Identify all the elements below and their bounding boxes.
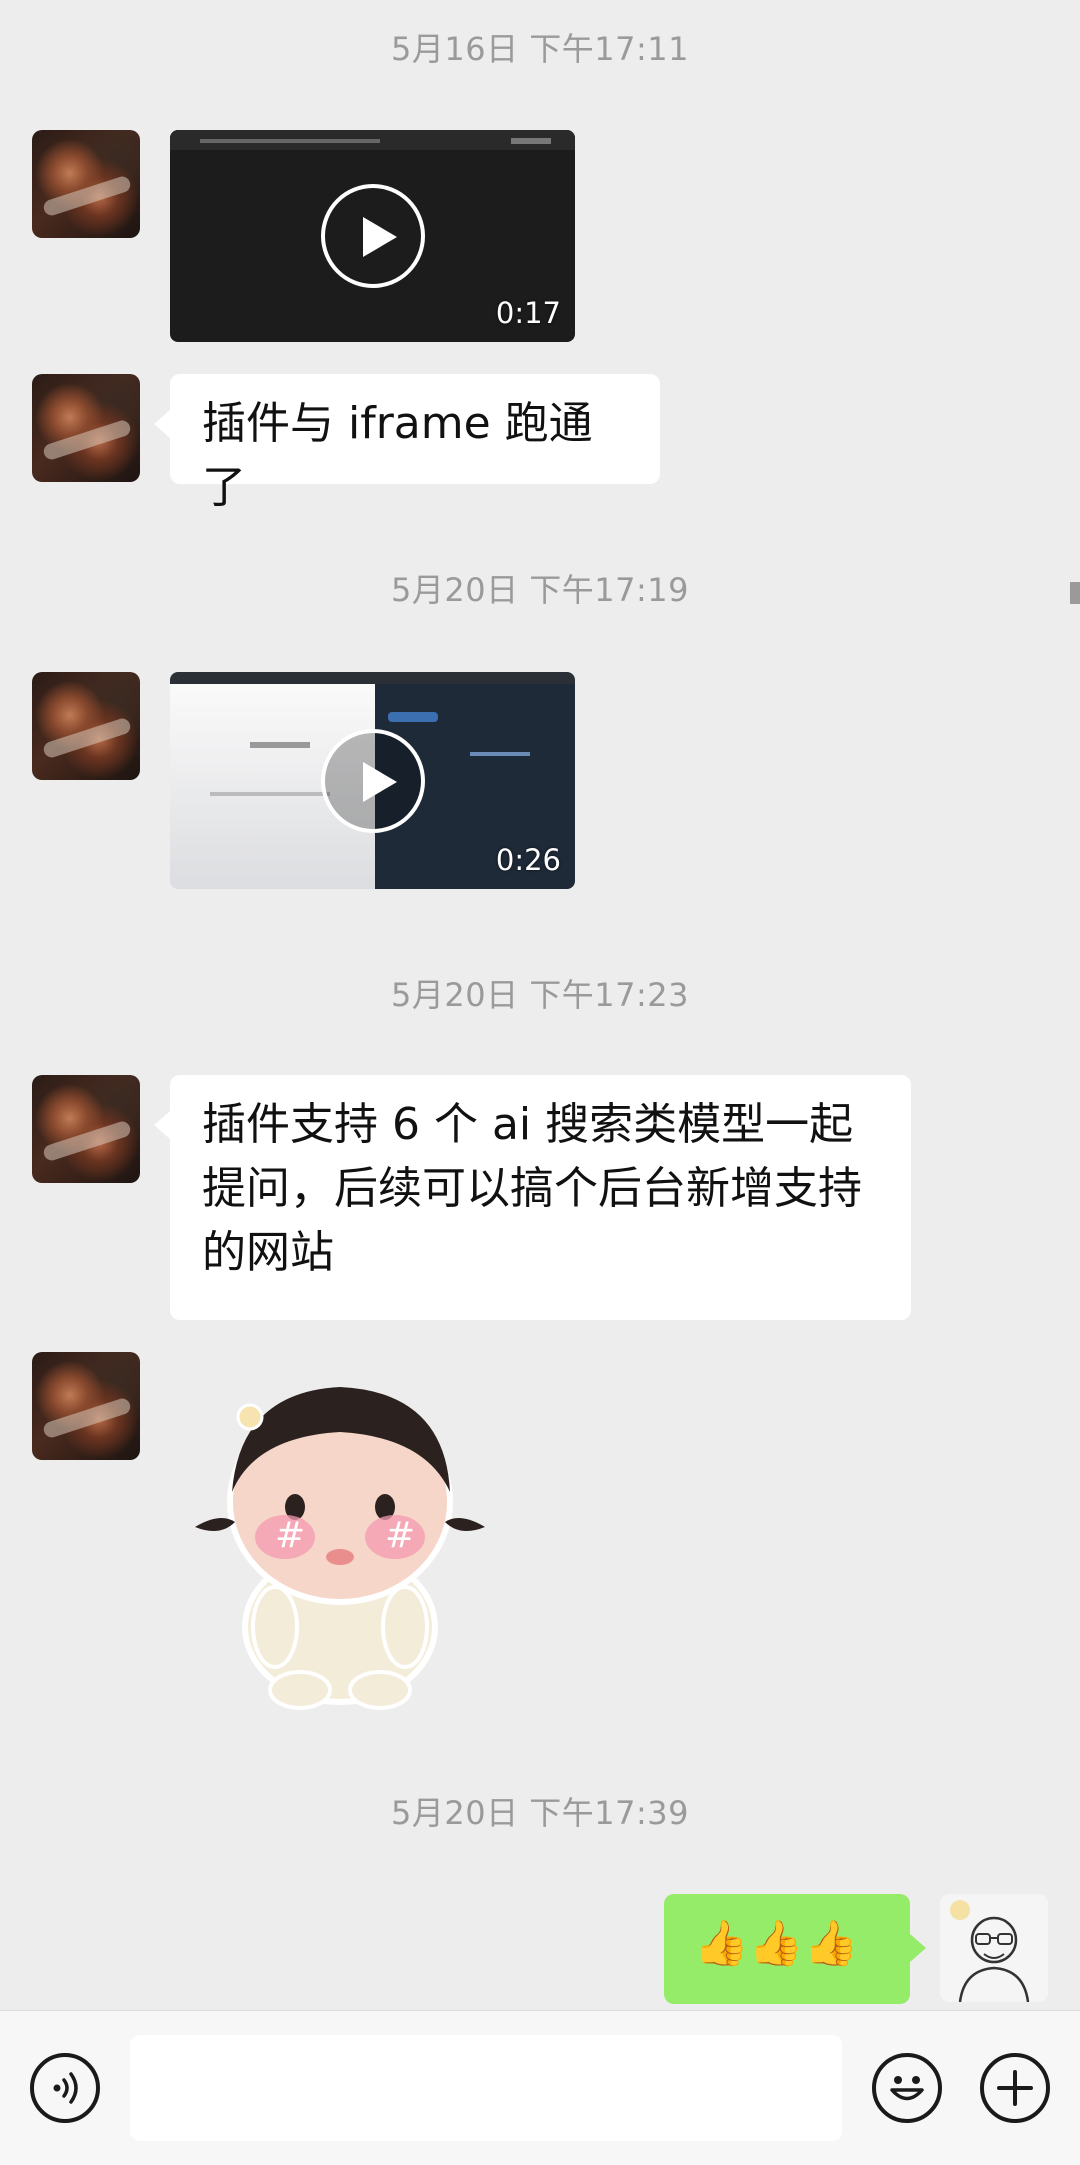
contact-avatar[interactable]: [32, 1352, 140, 1460]
message-input[interactable]: [130, 2035, 842, 2141]
self-avatar[interactable]: [940, 1894, 1048, 2002]
sticker-message[interactable]: # #: [180, 1352, 510, 1712]
message-text: 👍👍👍: [694, 1918, 859, 1969]
text-message[interactable]: 插件与 iframe 跑通了: [154, 374, 660, 513]
message-text: 插件支持 6 个 ai 搜索类模型一起提问，后续可以搞个后台新增支持的网站: [202, 1099, 862, 1278]
scroll-indicator[interactable]: [1070, 582, 1080, 604]
svg-text:#: #: [385, 1515, 415, 1556]
voice-icon: [53, 2072, 78, 2104]
video-message[interactable]: 0:17: [170, 130, 575, 342]
emoji-button[interactable]: [872, 2053, 942, 2123]
timestamp: 5月20日 下午17:39: [391, 1794, 689, 1832]
message-text: 插件与 iframe 跑通了: [202, 398, 593, 513]
play-icon[interactable]: [320, 728, 425, 833]
timestamp: 5月20日 下午17:23: [391, 976, 689, 1014]
contact-avatar[interactable]: [32, 130, 140, 238]
text-message-self[interactable]: 👍👍👍: [664, 1894, 926, 2004]
video-duration: 0:17: [495, 296, 561, 330]
portrait-icon: [950, 1900, 1030, 2002]
svg-text:#: #: [275, 1515, 305, 1556]
more-button[interactable]: [980, 2053, 1050, 2123]
timestamp: 5月20日 下午17:19: [391, 571, 689, 609]
input-bar: [0, 2010, 1080, 2165]
contact-avatar[interactable]: [32, 672, 140, 780]
video-duration: 0:26: [495, 843, 561, 877]
text-message[interactable]: 插件支持 6 个 ai 搜索类模型一起提问，后续可以搞个后台新增支持的网站: [154, 1075, 911, 1320]
video-message[interactable]: 0:26: [170, 672, 575, 889]
contact-avatar[interactable]: [32, 374, 140, 482]
play-icon[interactable]: [320, 184, 425, 288]
baby-sticker-image: # #: [195, 1387, 485, 1710]
emoji-icon: [890, 2076, 924, 2101]
timestamp: 5月16日 下午17:11: [391, 30, 689, 68]
plus-icon: [997, 2070, 1033, 2106]
contact-avatar[interactable]: [32, 1075, 140, 1183]
voice-button[interactable]: [30, 2053, 100, 2123]
